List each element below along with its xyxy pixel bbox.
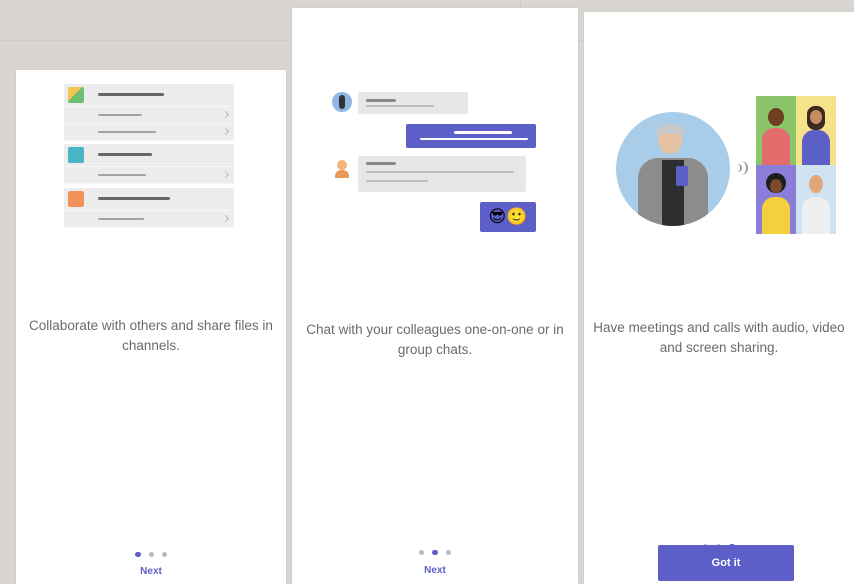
incoming-message-bubble <box>358 92 468 114</box>
participant-video-tile <box>756 165 796 234</box>
person-avatar-icon <box>332 92 352 112</box>
page-dot <box>432 549 438 555</box>
channel-teal-icon <box>68 147 84 163</box>
presenter-avatar <box>616 112 730 226</box>
next-button[interactable]: Next <box>16 566 286 577</box>
page-dot <box>445 550 451 555</box>
sound-wave-icon <box>734 160 748 176</box>
participant-video-tile <box>756 96 796 165</box>
channel-card <box>64 144 234 184</box>
person-avatar-icon <box>332 158 352 178</box>
smile-emoji: 🙂 <box>506 207 528 227</box>
onboarding-caption: Chat with your colleagues one-on-one or … <box>306 322 564 357</box>
onboarding-screen-meetings: Have meetings and calls with audio, vide… <box>584 12 854 584</box>
sunglasses-emoji: 😎 <box>488 207 507 227</box>
emoji-message-bubble: 😎🙂 <box>480 202 536 232</box>
video-grid <box>756 96 836 234</box>
page-dot <box>148 552 154 557</box>
onboarding-caption: Collaborate with others and share files … <box>29 318 273 353</box>
page-dot <box>161 552 167 557</box>
channel-card <box>64 84 234 141</box>
got-it-button[interactable]: Got it <box>658 545 794 581</box>
page-dot <box>135 551 141 557</box>
channel-orange-icon <box>68 191 84 207</box>
outgoing-message-bubble <box>406 124 536 148</box>
channel-card <box>64 188 234 228</box>
onboarding-caption: Have meetings and calls with audio, vide… <box>593 320 845 355</box>
channel-image-icon <box>68 87 84 103</box>
page-indicator <box>292 542 578 560</box>
incoming-message-bubble <box>358 156 526 192</box>
participant-video-tile <box>796 96 836 165</box>
onboarding-screen-channels: Collaborate with others and share files … <box>16 70 286 584</box>
participant-video-tile <box>796 165 836 234</box>
onboarding-screen-chat: 😎🙂 Chat with your colleagues one-on-one … <box>292 8 578 584</box>
page-dot <box>419 550 425 555</box>
page-indicator <box>16 544 286 562</box>
next-button[interactable]: Next <box>292 565 578 576</box>
